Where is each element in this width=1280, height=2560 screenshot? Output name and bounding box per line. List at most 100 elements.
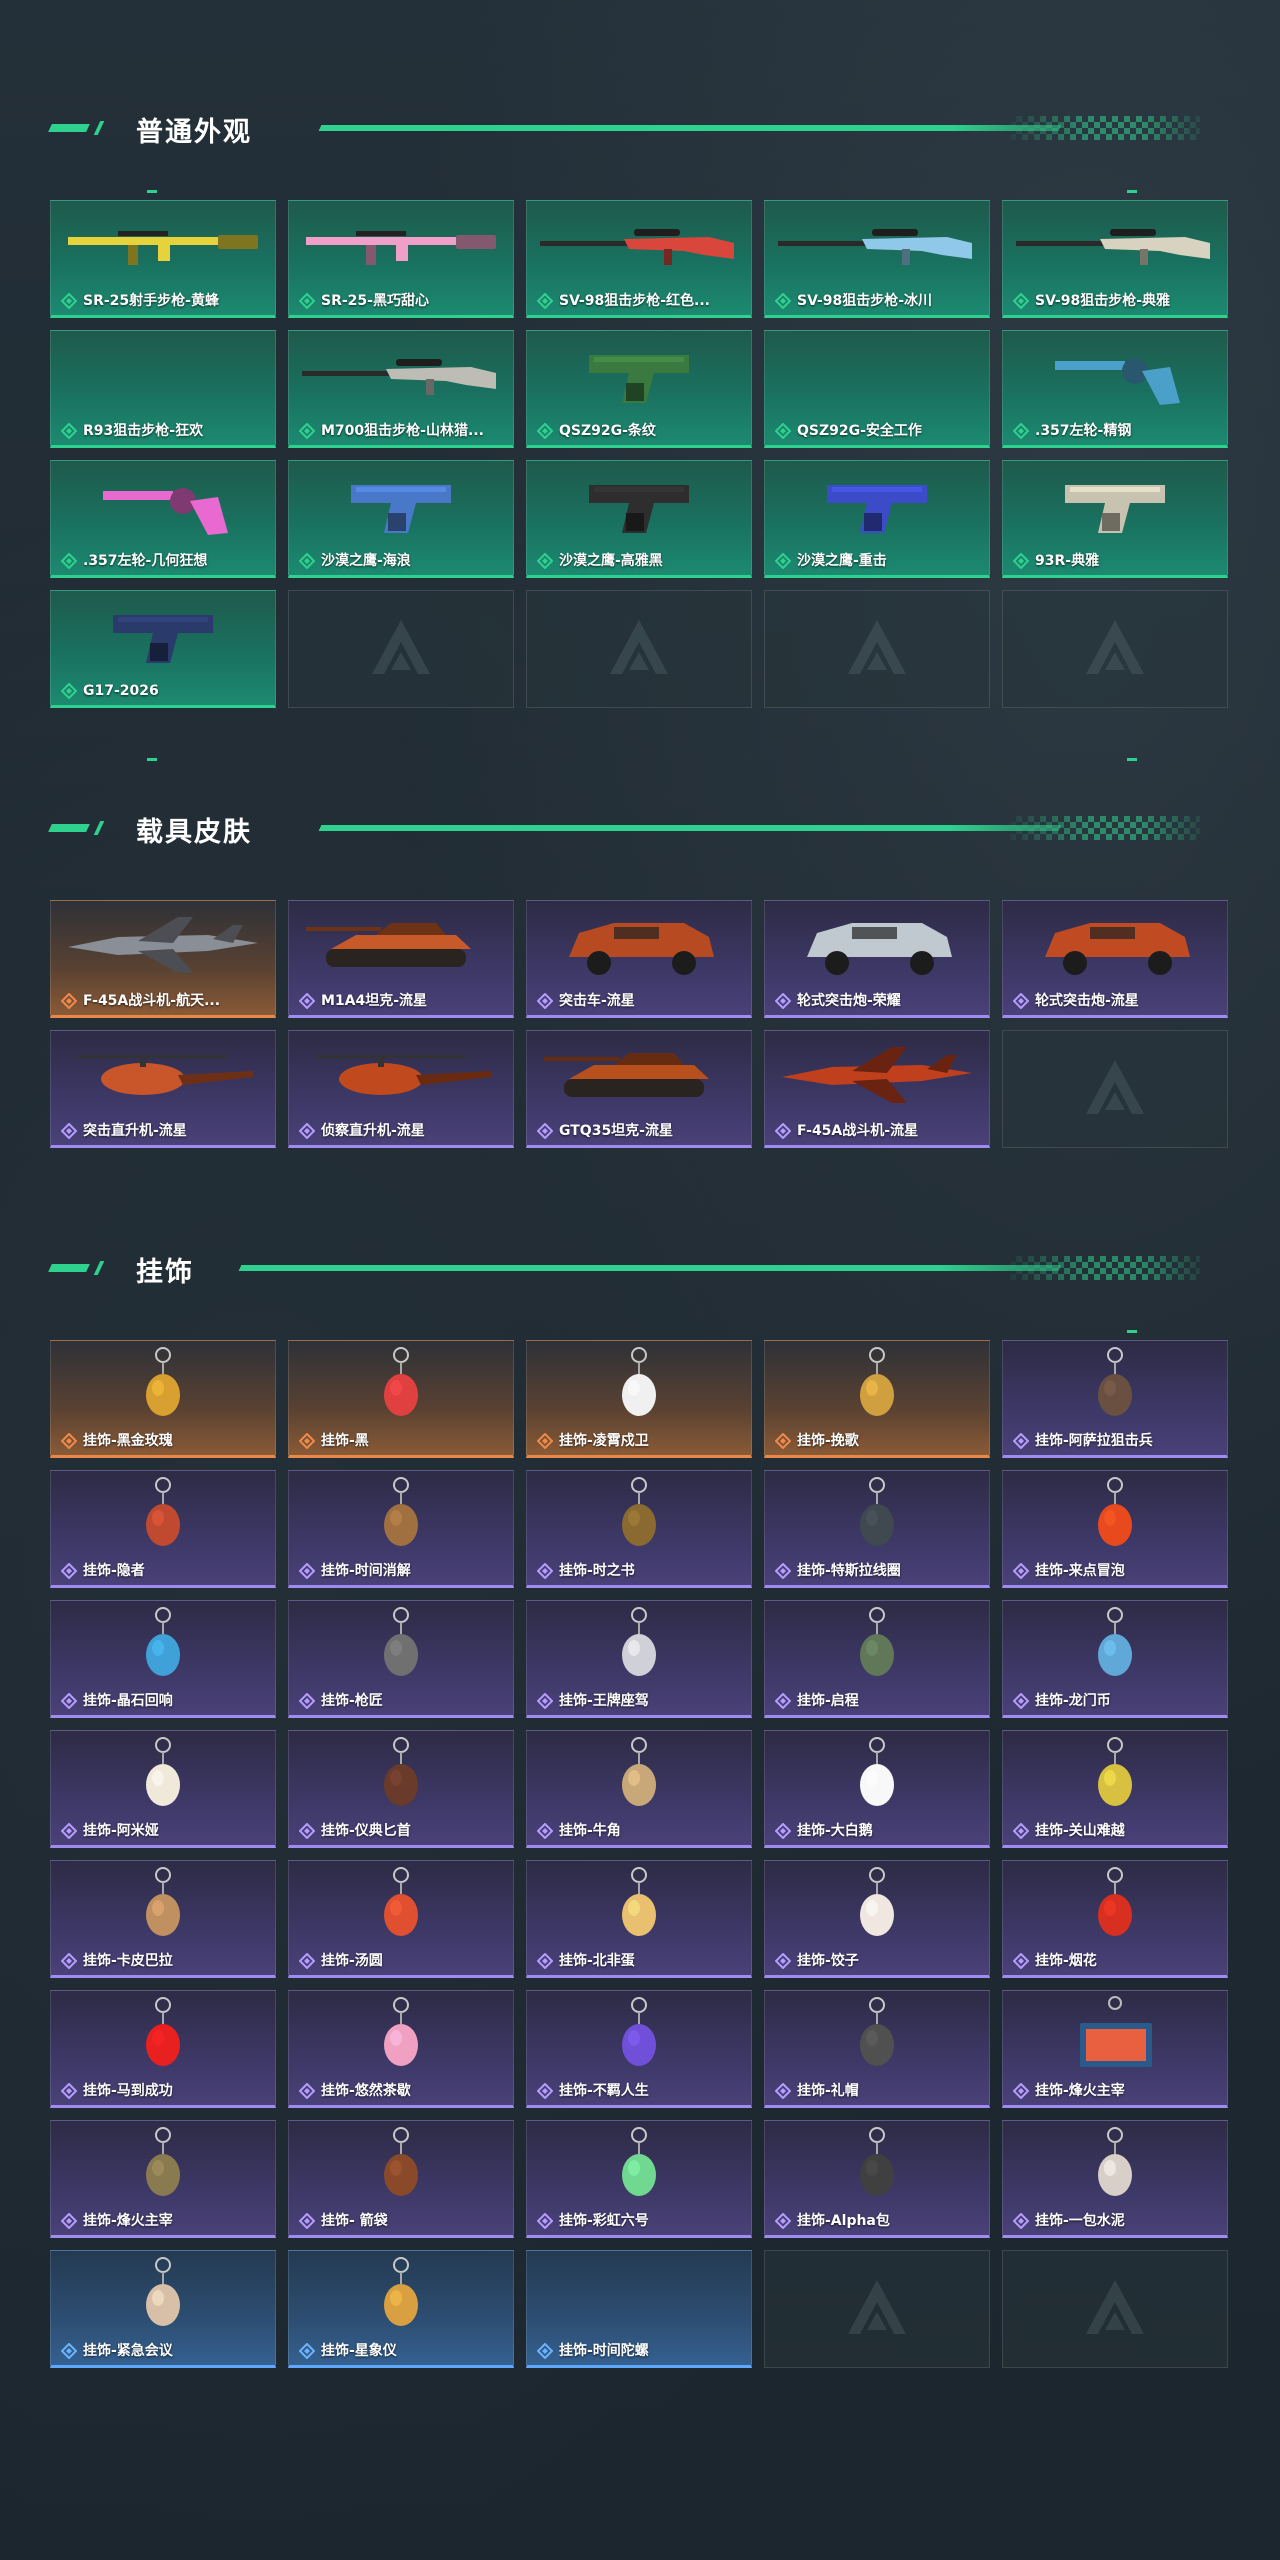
item-card[interactable]: 挂饰-黑金玫瑰 xyxy=(50,1340,276,1458)
item-card[interactable]: 挂饰-时之书 xyxy=(526,1470,752,1588)
header-checker xyxy=(1010,116,1200,140)
item-card[interactable]: 挂饰-仪典匕首 xyxy=(288,1730,514,1848)
item-label: 挂饰-星象仪 xyxy=(321,2343,397,2359)
charm-plane-icon xyxy=(527,1601,751,1689)
jet-meteor-icon xyxy=(765,1031,989,1119)
item-card[interactable]: 挂饰-枪匠 xyxy=(288,1600,514,1718)
item-label: 沙漠之鹰-海浪 xyxy=(321,553,411,569)
item-card[interactable]: .357左轮-几何狂想 xyxy=(50,460,276,578)
item-card[interactable]: 侦察直升机-流星 xyxy=(288,1030,514,1148)
rarity-diamond-icon xyxy=(536,1952,554,1970)
item-card[interactable]: 挂饰-礼帽 xyxy=(764,1990,990,2108)
revolver-steel-icon xyxy=(1003,331,1227,419)
item-card[interactable]: 挂饰-牛角 xyxy=(526,1730,752,1848)
rarity-diamond-icon xyxy=(60,992,78,1010)
item-card[interactable]: 挂饰-时间消解 xyxy=(288,1470,514,1588)
item-card[interactable]: 轮式突击炮-流星 xyxy=(1002,900,1228,1018)
charm-meeting-icon xyxy=(51,2251,275,2339)
empty xyxy=(527,2251,751,2339)
item-card[interactable]: 挂饰-Alpha包 xyxy=(764,2120,990,2238)
rarity-diamond-icon xyxy=(536,292,554,310)
item-card[interactable]: 挂饰-不羁人生 xyxy=(526,1990,752,2108)
item-card[interactable]: 挂饰-卡皮巴拉 xyxy=(50,1860,276,1978)
rifle-yellow-icon xyxy=(51,201,275,289)
item-label: 挂饰-烽火主宰 xyxy=(1035,2083,1125,2099)
item-card[interactable]: 突击车-流星 xyxy=(526,900,752,1018)
item-card[interactable]: 挂饰-彩虹六号 xyxy=(526,2120,752,2238)
item-card[interactable]: 轮式突击炮-荣耀 xyxy=(764,900,990,1018)
item-card[interactable]: SR-25射手步枪-黄蜂 xyxy=(50,200,276,318)
item-card[interactable]: 挂饰-凌霄戍卫 xyxy=(526,1340,752,1458)
empty xyxy=(51,331,275,419)
item-card[interactable]: SR-25-黑巧甜心 xyxy=(288,200,514,318)
rarity-diamond-icon xyxy=(1012,992,1030,1010)
item-card[interactable]: F-45A战斗机-航天... xyxy=(50,900,276,1018)
charm-horn-icon xyxy=(527,1731,751,1819)
item-card[interactable]: 沙漠之鹰-高雅黑 xyxy=(526,460,752,578)
item-label: 沙漠之鹰-高雅黑 xyxy=(559,553,663,569)
item-card[interactable]: 挂饰-晶石回响 xyxy=(50,1600,276,1718)
item-card[interactable]: SV-98狙击步枪-红色... xyxy=(526,200,752,318)
item-card[interactable]: 挂饰- 箭袋 xyxy=(288,2120,514,2238)
item-card[interactable]: 挂饰-悠然茶歇 xyxy=(288,1990,514,2108)
item-card[interactable]: 挂饰-饺子 xyxy=(764,1860,990,1978)
item-card[interactable]: SV-98狙击步枪-典雅 xyxy=(1002,200,1228,318)
item-card[interactable]: 挂饰-汤圆 xyxy=(288,1860,514,1978)
charm-hermit-icon xyxy=(51,1471,275,1559)
item-card[interactable]: 沙漠之鹰-海浪 xyxy=(288,460,514,578)
pistol-elegant-icon xyxy=(1003,461,1227,549)
item-card[interactable]: 93R-典雅 xyxy=(1002,460,1228,578)
charm-amiya-icon xyxy=(51,1731,275,1819)
item-card[interactable]: 挂饰-时间陀螺 xyxy=(526,2250,752,2368)
scout-helicopter-icon xyxy=(289,1031,513,1119)
item-card[interactable]: GTQ35坦克-流星 xyxy=(526,1030,752,1148)
item-card[interactable]: 挂饰-特斯拉线圈 xyxy=(764,1470,990,1588)
item-card[interactable]: 挂饰-来点冒泡 xyxy=(1002,1470,1228,1588)
charm-tangyuan-icon xyxy=(289,1861,513,1949)
item-card[interactable]: 挂饰-紧急会议 xyxy=(50,2250,276,2368)
item-card[interactable]: 挂饰-北非蛋 xyxy=(526,1860,752,1978)
item-label: 挂饰-马到成功 xyxy=(83,2083,173,2099)
rifle-pink-icon xyxy=(289,201,513,289)
charm-pyramid-icon xyxy=(51,2121,275,2209)
rarity-diamond-icon xyxy=(536,1122,554,1140)
rarity-diamond-icon xyxy=(774,292,792,310)
rarity-diamond-icon xyxy=(774,1432,792,1450)
wheeled-gun-meteor-icon xyxy=(1003,901,1227,989)
item-card[interactable]: 挂饰-一包水泥 xyxy=(1002,2120,1228,2238)
attack-helicopter-icon xyxy=(51,1031,275,1119)
item-card[interactable]: G17-2026 xyxy=(50,590,276,708)
item-card[interactable]: 挂饰-隐者 xyxy=(50,1470,276,1588)
item-card[interactable]: R93狙击步枪-狂欢 xyxy=(50,330,276,448)
item-card[interactable]: 挂饰-大白鹅 xyxy=(764,1730,990,1848)
item-card[interactable]: M1A4坦克-流星 xyxy=(288,900,514,1018)
item-card[interactable]: 挂饰-王牌座驾 xyxy=(526,1600,752,1718)
rarity-diamond-icon xyxy=(774,552,792,570)
item-card[interactable]: 挂饰-阿萨拉狙击兵 xyxy=(1002,1340,1228,1458)
item-card[interactable]: .357左轮-精钢 xyxy=(1002,330,1228,448)
item-card[interactable]: 挂饰-烽火主宰 xyxy=(50,2120,276,2238)
item-card[interactable]: 突击直升机-流星 xyxy=(50,1030,276,1148)
item-card[interactable]: M700狙击步枪-山林猎... xyxy=(288,330,514,448)
item-label: 挂饰-关山难越 xyxy=(1035,1823,1125,1839)
item-card[interactable]: 挂饰-关山难越 xyxy=(1002,1730,1228,1848)
item-card[interactable]: 挂饰-阿米娅 xyxy=(50,1730,276,1848)
item-card[interactable]: 挂饰-星象仪 xyxy=(288,2250,514,2368)
tank-icon xyxy=(289,901,513,989)
item-card[interactable]: 挂饰-烟花 xyxy=(1002,1860,1228,1978)
item-card[interactable]: 挂饰-黑 xyxy=(288,1340,514,1458)
item-card[interactable]: QSZ92G-条纹 xyxy=(526,330,752,448)
charm-black-icon xyxy=(289,1341,513,1429)
item-card[interactable]: 挂饰-马到成功 xyxy=(50,1990,276,2108)
item-label: R93狙击步枪-狂欢 xyxy=(83,423,204,439)
item-card[interactable]: 挂饰-挽歌 xyxy=(764,1340,990,1458)
item-card[interactable]: 挂饰-启程 xyxy=(764,1600,990,1718)
item-card[interactable]: SV-98狙击步枪-冰川 xyxy=(764,200,990,318)
charm-alpha-bag-icon xyxy=(765,2121,989,2209)
item-card[interactable]: 沙漠之鹰-重击 xyxy=(764,460,990,578)
header-line xyxy=(238,1265,1062,1271)
item-card[interactable]: 挂饰-龙门币 xyxy=(1002,1600,1228,1718)
item-card[interactable]: F-45A战斗机-流星 xyxy=(764,1030,990,1148)
item-card[interactable]: QSZ92G-安全工作 xyxy=(764,330,990,448)
item-card[interactable]: 挂饰-烽火主宰 xyxy=(1002,1990,1228,2108)
